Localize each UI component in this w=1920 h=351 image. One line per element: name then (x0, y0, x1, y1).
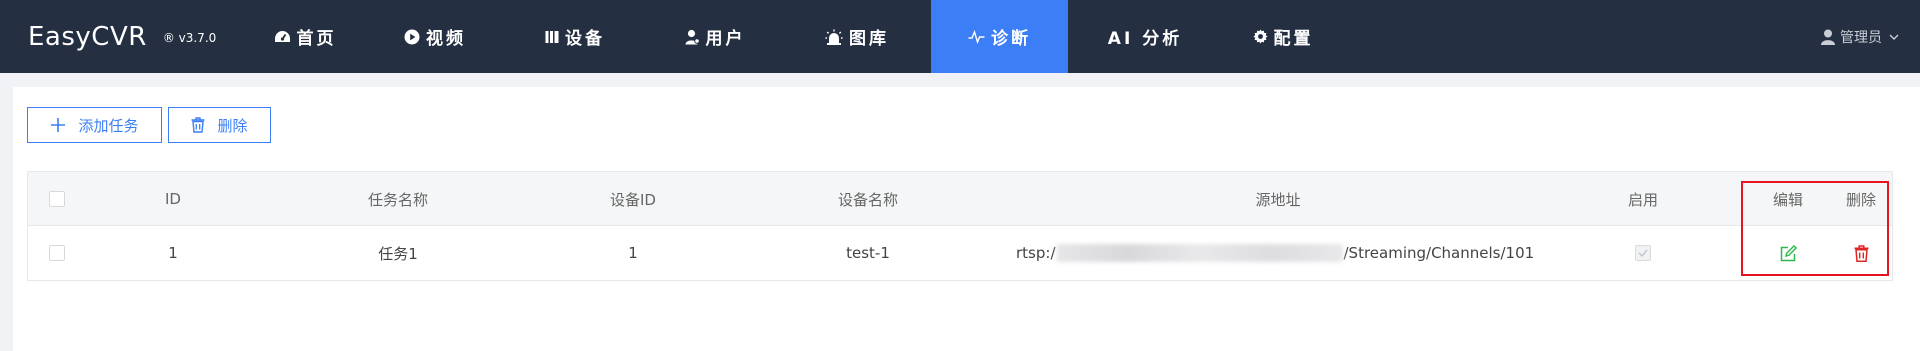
device-icon (545, 30, 559, 43)
user-icon (685, 29, 700, 44)
add-task-button[interactable]: 添加任务 (27, 107, 162, 143)
avatar-icon (1821, 29, 1835, 45)
col-header-device-id: 设备ID (610, 190, 656, 209)
cell-device-id: 1 (628, 244, 638, 262)
nav-label: 配置 (1273, 29, 1314, 49)
cell-id: 1 (168, 244, 178, 262)
col-header-device-name: 设备名称 (837, 190, 898, 209)
pulse-icon (968, 29, 985, 44)
trash-icon (191, 117, 205, 133)
dashboard-icon (274, 30, 290, 42)
enabled-checkbox (1635, 245, 1651, 261)
cell-device-name: test-1 (846, 244, 890, 262)
col-header-id: ID (165, 190, 181, 208)
content-panel: 添加任务 删除 ID 任务名称 设备ID 设备名称 源地址 启用 编辑 删除 1… (13, 87, 1920, 351)
nav-diagnosis[interactable]: 诊断 (931, 0, 1068, 73)
user-menu[interactable]: 管理员 (1821, 0, 1904, 73)
nav-device[interactable]: 设备 (520, 0, 630, 73)
plus-icon (51, 118, 66, 132)
app-version: ® v3.7.0 (162, 30, 217, 45)
nav-video[interactable]: 视频 (380, 0, 490, 73)
nav-label: 图库 (849, 29, 889, 49)
source-prefix: rtsp:/ (1016, 244, 1056, 262)
nav-home[interactable]: 首页 (250, 0, 360, 73)
nav-label: 诊断 (991, 29, 1031, 49)
add-task-label: 添加任务 (78, 116, 139, 135)
row-select-cell (46, 226, 68, 280)
table-header: ID 任务名称 设备ID 设备名称 源地址 启用 编辑 删除 (28, 172, 1892, 226)
col-header-source: 源地址 (1255, 190, 1301, 209)
table-row: 1 任务1 1 test-1 rtsp:/ /Streaming/Channels… (28, 226, 1892, 280)
nav-label: 用户 (705, 29, 746, 49)
select-all-checkbox[interactable] (49, 191, 65, 207)
app-name: EasyCVR (28, 21, 147, 52)
alarm-icon (825, 29, 843, 45)
chevron-down-icon (1889, 34, 1899, 40)
play-icon (404, 29, 420, 44)
check-icon (1638, 249, 1648, 257)
gear-icon (1252, 29, 1268, 44)
col-header-enabled: 启用 (1627, 190, 1658, 209)
col-header-task-name: 任务名称 (367, 190, 428, 209)
nav-label: 视频 (426, 29, 466, 49)
nav-label: 设备 (565, 29, 605, 49)
nav-label: 首页 (296, 29, 337, 49)
nav-ai-analysis[interactable]: AI 分析 (1090, 0, 1200, 73)
delete-button[interactable]: 删除 (168, 107, 271, 143)
select-all-cell (46, 172, 68, 226)
cell-enabled (1603, 226, 1683, 280)
brand: EasyCVR ® v3.7.0 (28, 0, 216, 73)
nav-user[interactable]: 用户 (660, 0, 770, 73)
delete-label: 删除 (217, 116, 248, 135)
source-suffix: /Streaming/Channels/101 (1343, 244, 1535, 262)
cell-source: rtsp:/ /Streaming/Channels/101 (988, 226, 1588, 280)
nav-settings[interactable]: 配置 (1228, 0, 1338, 73)
row-checkbox[interactable] (49, 245, 65, 261)
nav-label: AI 分析 (1107, 29, 1183, 49)
cell-task-name: 任务1 (378, 244, 418, 263)
task-table: ID 任务名称 设备ID 设备名称 源地址 启用 编辑 删除 1 任务1 1 t… (27, 171, 1893, 281)
top-navbar: EasyCVR ® v3.7.0 首页 视频 设备 用户 图库 诊断 AI 分析… (0, 0, 1920, 73)
redacted-address (1056, 244, 1343, 262)
annotation-highlight-box (1741, 181, 1889, 276)
user-name: 管理员 (1840, 29, 1882, 46)
nav-gallery[interactable]: 图库 (802, 0, 912, 73)
